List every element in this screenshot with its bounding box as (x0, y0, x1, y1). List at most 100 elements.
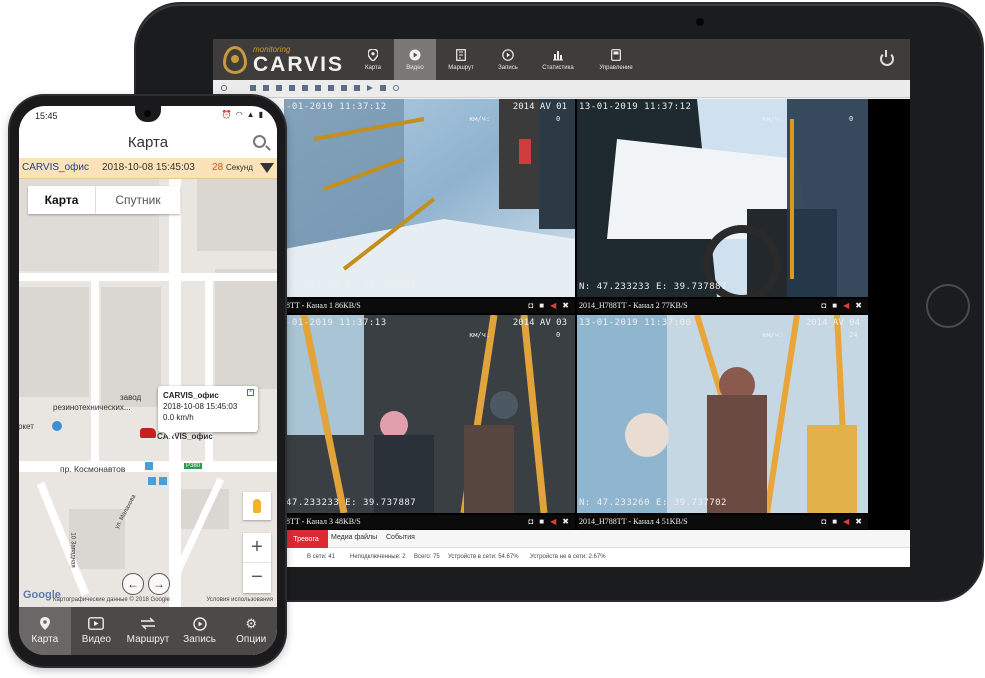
nav-statistics[interactable]: Статистика (537, 39, 579, 80)
nav-route[interactable]: Маршрут (440, 39, 482, 80)
stop-icon[interactable]: ■ (832, 517, 837, 527)
layout-4x4-icon[interactable] (289, 85, 295, 91)
search-icon[interactable] (253, 135, 266, 148)
video-icon (88, 617, 105, 631)
arrow-right-icon[interactable]: → (148, 573, 170, 595)
search-icon[interactable] (221, 85, 227, 91)
tab-map[interactable]: Карта (28, 186, 96, 214)
route-icon (140, 617, 156, 631)
camera-timestamp: 13-01-2019 11:37:00 (579, 318, 692, 328)
camera-plate: 2014 AV 04 (805, 318, 860, 328)
tab-alarm[interactable]: Тревога (284, 530, 328, 548)
arrow-left-icon[interactable]: ← (122, 573, 144, 595)
camera-control-bar: 2014_H788TT - Канал 2 77KB/S ◘ ■ ◀ ✖ (577, 299, 868, 313)
mute-icon[interactable]: ◀ (550, 517, 556, 527)
camera-tile-4[interactable]: 13-01-2019 11:37:00 2014 AV 04 км/ч: 24 … (577, 315, 868, 529)
close-icon[interactable]: × (247, 389, 254, 396)
stop-icon[interactable]: ■ (539, 517, 544, 527)
route-nav-arrows: ← → (122, 573, 174, 597)
tab-satellite[interactable]: Спутник (96, 186, 180, 214)
home-button[interactable] (926, 284, 970, 328)
camera-timestamp: 13-01-2019 11:37:12 (579, 102, 692, 112)
close-icon[interactable]: ✖ (562, 517, 569, 527)
status-online: В сети: 41 (307, 554, 335, 560)
stop-icon[interactable] (354, 85, 360, 91)
promo-scene: monitoring CARVIS Карта Видео Маршрут За… (0, 0, 985, 678)
vehicle-info-popup[interactable]: × CARVIS_офис 2018-10-08 15:45:03 0.0 km… (158, 386, 258, 439)
layout-2x2-icon[interactable] (263, 85, 269, 91)
camera-plate: 2014 AV 03 (512, 318, 567, 328)
bottom-nav-video[interactable]: Видео (71, 607, 123, 655)
layout-grid-icon[interactable] (302, 85, 308, 91)
camera-control-bar: 8TT - Канал 3 48KB/S ◘ ■ ◀ ✖ (284, 515, 575, 529)
logo-title: CARVIS (253, 52, 344, 76)
vehicle-info-bar[interactable]: CARVIS_офис 2018-10-08 15:45:03 28 Секун… (19, 158, 277, 179)
camera-snapshot-icon[interactable]: ◘ (528, 517, 533, 527)
nav-control[interactable]: Управление (591, 39, 641, 80)
phone-screen: 15:45 ⏰ ◠ ▲ ▮ Карта CARVIS_офис 2018-10-… (19, 106, 277, 655)
map-type-toggle: Карта Спутник (28, 186, 180, 214)
zoom-out-button[interactable]: − (243, 563, 271, 593)
fullscreen-icon[interactable] (328, 85, 334, 91)
camera-snapshot-icon[interactable]: ◘ (821, 301, 826, 311)
battery-icon: ▮ (258, 110, 263, 119)
nav-record[interactable]: Запись (487, 39, 529, 80)
camera-speed-label: км/ч: (469, 331, 491, 339)
map-poi-icon (52, 421, 62, 431)
camera-snapshot-icon[interactable]: ◘ (528, 301, 533, 311)
layout-1x1-icon[interactable] (250, 85, 256, 91)
phone-header: Карта (19, 128, 277, 158)
camera-tile-1[interactable]: -01-2019 11:37:12 2014 AV 01 км/ч: 0 47.… (284, 99, 575, 313)
layout-wide-icon[interactable] (315, 85, 321, 91)
status-total: Всего: 75 (414, 554, 440, 560)
close-icon[interactable]: ✖ (562, 301, 569, 311)
snapshot-icon[interactable] (380, 85, 386, 91)
control-icon (610, 48, 622, 61)
power-icon[interactable] (880, 50, 894, 66)
nav-map[interactable]: Карта (352, 39, 394, 80)
tab-events[interactable]: События (386, 534, 415, 541)
nav-video[interactable]: Видео (394, 39, 436, 80)
layout-3x3-icon[interactable] (276, 85, 282, 91)
zoom-in-button[interactable]: + (243, 533, 271, 563)
camera-tile-3[interactable]: -01-2019 11:37:13 2014 AV 03 км/ч: 0 47.… (284, 315, 575, 529)
dropdown-arrow-icon[interactable] (260, 163, 274, 173)
layout-alt-icon[interactable] (341, 85, 347, 91)
tab-media-files[interactable]: Медиа файлы (331, 534, 377, 541)
stop-icon[interactable]: ■ (832, 301, 837, 311)
camera-snapshot-icon[interactable]: ◘ (821, 517, 826, 527)
camera-speed-label: км/ч: (469, 115, 491, 123)
mute-icon[interactable]: ◀ (550, 301, 556, 311)
tablet-camera (696, 18, 704, 26)
bottom-nav-options[interactable]: ⚙ Опции (225, 607, 277, 655)
bus-stop-icon (145, 462, 153, 470)
map-block (69, 509, 125, 569)
camera-gps: N: 47.233233 E: 39.737887 (579, 282, 727, 292)
bottom-nav-route[interactable]: Маршрут (122, 607, 174, 655)
record-icon (502, 48, 514, 61)
camera-tile-2[interactable]: 13-01-2019 11:37:12 км/ч: 0 N: 47.233233… (577, 99, 868, 313)
mute-icon[interactable]: ◀ (843, 517, 849, 527)
mute-icon[interactable]: ◀ (843, 301, 849, 311)
close-icon[interactable]: ✖ (855, 301, 862, 311)
refresh-seconds-label: Секунд (226, 163, 253, 172)
popup-speed: 0.0 km/h (163, 413, 194, 422)
map-road (19, 273, 277, 281)
record-icon (192, 617, 207, 631)
stop-icon[interactable]: ■ (539, 301, 544, 311)
alarm-icon: ⏰ (221, 110, 232, 119)
settings-icon[interactable] (393, 85, 399, 91)
car-marker-icon[interactable] (140, 428, 156, 438)
map-label-street: пр. Космонавтов (60, 464, 126, 474)
map-attribution[interactable]: Картографические данные © 2018 Google (53, 597, 170, 603)
nav-label: Запись (498, 64, 518, 71)
close-icon[interactable]: ✖ (855, 517, 862, 527)
bottom-nav-map[interactable]: Карта (19, 607, 71, 655)
street-view-pegman-icon[interactable] (243, 492, 271, 520)
bottom-nav-record[interactable]: Запись (174, 607, 226, 655)
map-view[interactable]: Карта Спутник завод резинотехнических...… (19, 179, 277, 607)
play-icon[interactable] (367, 85, 373, 91)
map-terms-link[interactable]: Условия использования (206, 597, 273, 603)
clock: 15:45 (35, 111, 58, 121)
map-block (19, 287, 89, 397)
